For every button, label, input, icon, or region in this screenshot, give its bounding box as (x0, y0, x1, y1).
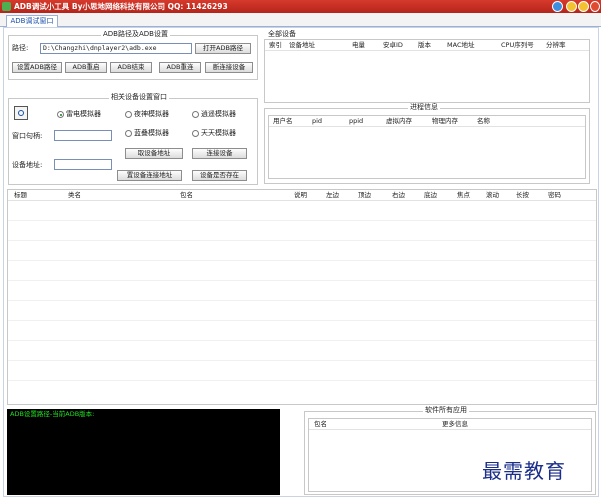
col-focus[interactable]: 焦点 (457, 191, 470, 200)
title-bar: ADB调试小工具 By小思地网络科技有限公司 QQ: 11426293 (0, 0, 601, 13)
emulator-settings-title: 相关设备设置窗口 (109, 93, 169, 101)
radio-dot (192, 130, 199, 137)
process-info-header: 用户名 pid ppid 虚拟内存 物理内存 名称 (269, 116, 585, 127)
col-battery[interactable]: 电量 (352, 41, 365, 50)
col-more-info[interactable]: 更多信息 (442, 420, 468, 429)
radio-label: 天天模拟器 (201, 129, 236, 137)
watermark-text: 最需教育 (482, 459, 566, 483)
set-device-connect-address-button[interactable]: 置设备连接地址 (117, 170, 182, 181)
all-devices-header: 索引 设备地址 电量 安卓ID 版本 MAC地址 CPU序列号 分辨率 (265, 40, 589, 51)
grid-row-line (8, 300, 596, 301)
adb-settings-title: ADB路径及ADB设置 (101, 30, 170, 38)
grid-row-line (8, 280, 596, 281)
col-device-address[interactable]: 设备地址 (289, 41, 315, 50)
radio-tiantian[interactable]: 天天模拟器 (192, 129, 236, 138)
ui-element-table[interactable]: 标题 类名 包名 说明 左边 顶边 右边 底边 焦点 滚动 长按 密码 (7, 189, 597, 405)
maximize-icon[interactable] (578, 1, 589, 12)
col-password[interactable]: 密码 (548, 191, 561, 200)
device-address-label: 设备地址: (12, 161, 43, 169)
radio-bluestacks[interactable]: 蓝叠模拟器 (125, 129, 169, 138)
col-class-name[interactable]: 类名 (68, 191, 81, 200)
col-cpu-serial[interactable]: CPU序列号 (501, 41, 534, 50)
col-index[interactable]: 索引 (269, 41, 282, 50)
installed-apps-title: 软件所有应用 (423, 406, 469, 414)
process-info-title: 进程信息 (408, 103, 440, 111)
adb-restart-button[interactable]: ADB重启 (65, 62, 107, 73)
col-top[interactable]: 顶边 (358, 191, 371, 200)
col-scroll[interactable]: 滚动 (486, 191, 499, 200)
target-crosshair-icon[interactable] (14, 106, 28, 120)
radio-dot (192, 111, 199, 118)
grid-row-line (8, 320, 596, 321)
tab-adb-debug[interactable]: ADB调试窗口 (6, 15, 58, 27)
all-devices-title: 全部设备 (266, 30, 298, 38)
radio-dot (57, 111, 64, 118)
col-mac-address[interactable]: MAC地址 (447, 41, 474, 50)
all-devices-table[interactable]: 索引 设备地址 电量 安卓ID 版本 MAC地址 CPU序列号 分辨率 (264, 39, 590, 103)
log-console[interactable]: ADB设置路径-当前ADB版本: (7, 409, 280, 495)
radio-label: 雷电模拟器 (66, 110, 101, 118)
device-address-input[interactable] (54, 159, 112, 170)
col-bottom[interactable]: 底边 (424, 191, 437, 200)
log-text: ADB设置路径-当前ADB版本: (10, 410, 95, 418)
device-exists-button[interactable]: 设备是否存在 (192, 170, 247, 181)
grid-row-line (8, 240, 596, 241)
col-version[interactable]: 版本 (418, 41, 431, 50)
minimize-icon[interactable] (566, 1, 577, 12)
main-panel: ADB路径及ADB设置 路径: D:\Changzhi\dnplayer2\ad… (3, 27, 599, 497)
connect-device-button[interactable]: 连接设备 (192, 148, 247, 159)
col-android-id[interactable]: 安卓ID (383, 41, 403, 50)
col-right[interactable]: 右边 (392, 191, 405, 200)
col-description[interactable]: 说明 (294, 191, 307, 200)
get-device-address-button[interactable]: 取设备地址 (125, 148, 183, 159)
col-pid[interactable]: pid (312, 117, 322, 126)
radio-dot (125, 111, 132, 118)
adb-settings-group (8, 35, 258, 80)
path-label: 路径: (12, 44, 29, 52)
col-title[interactable]: 标题 (14, 191, 27, 200)
grid-row-line (8, 260, 596, 261)
process-info-table[interactable]: 用户名 pid ppid 虚拟内存 物理内存 名称 (268, 115, 586, 179)
radio-label: 蓝叠模拟器 (134, 129, 169, 137)
adb-kill-button[interactable]: ADB结束 (110, 62, 152, 73)
radio-dot (125, 130, 132, 137)
grid-row-line (8, 360, 596, 361)
radio-memu[interactable]: 逍遥模拟器 (192, 110, 236, 119)
grid-row-line (8, 380, 596, 381)
adb-reconnect-button[interactable]: ADB重连 (159, 62, 201, 73)
col-long-press[interactable]: 长按 (516, 191, 529, 200)
window-title: ADB调试小工具 By小思地网络科技有限公司 QQ: 11426293 (14, 2, 228, 11)
col-resolution[interactable]: 分辨率 (546, 41, 566, 50)
ui-element-header: 标题 类名 包名 说明 左边 顶边 右边 底边 焦点 滚动 长按 密码 (8, 190, 596, 201)
tab-bar: ADB调试窗口 (0, 13, 601, 27)
window-handle-input[interactable] (54, 130, 112, 141)
adb-path-input[interactable]: D:\Changzhi\dnplayer2\adb.exe (40, 43, 192, 54)
settings-icon[interactable] (552, 1, 563, 12)
grid-row-line (8, 220, 596, 221)
open-adb-path-button[interactable]: 打开ADB路径 (195, 43, 251, 54)
installed-apps-header: 包名 更多信息 (309, 419, 591, 430)
col-username[interactable]: 用户名 (273, 117, 293, 126)
radio-ldplayer[interactable]: 雷电模拟器 (57, 110, 101, 119)
col-app-package[interactable]: 包名 (314, 420, 327, 429)
radio-label: 夜神模拟器 (134, 110, 169, 118)
radio-label: 逍遥模拟器 (201, 110, 236, 118)
close-icon[interactable] (590, 1, 600, 12)
set-adb-path-button[interactable]: 设置ADB路径 (12, 62, 62, 73)
col-name[interactable]: 名称 (477, 117, 490, 126)
grid-row-line (8, 340, 596, 341)
radio-nox[interactable]: 夜神模拟器 (125, 110, 169, 119)
window-handle-label: 窗口句柄: (12, 132, 43, 140)
col-physical-memory[interactable]: 物理内存 (432, 117, 458, 126)
col-package-name[interactable]: 包名 (180, 191, 193, 200)
col-left[interactable]: 左边 (326, 191, 339, 200)
col-ppid[interactable]: ppid (349, 117, 363, 126)
disconnect-device-button[interactable]: 断连接设备 (205, 62, 253, 73)
app-icon (2, 2, 11, 11)
col-virtual-memory[interactable]: 虚拟内存 (386, 117, 412, 126)
